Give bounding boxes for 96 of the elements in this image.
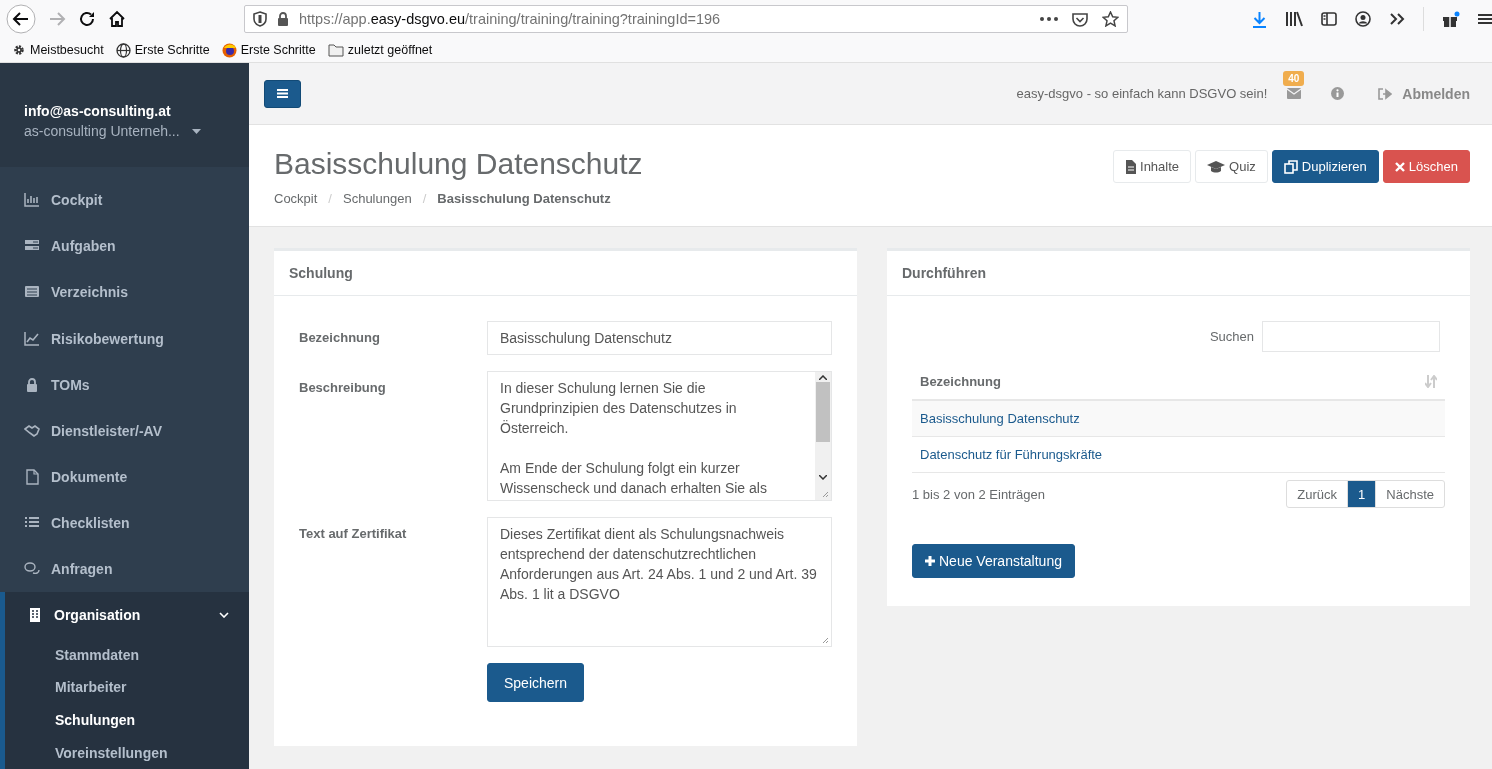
save-button[interactable]: Speichern — [487, 663, 585, 702]
caret-icon — [191, 128, 201, 134]
address-bar[interactable]: https://app.easy-dsgvo.eu/training/training/training?trainingId=196 — [243, 5, 1128, 33]
shield-icon — [252, 11, 267, 27]
breadcrumb-link[interactable]: Schulungen — [343, 191, 412, 206]
user-email: info@as-consulting.at — [24, 103, 172, 119]
nav-subitem[interactable]: Voreinstellungen — [5, 736, 249, 769]
search-field[interactable] — [1262, 321, 1440, 352]
menu-icon — [277, 89, 288, 98]
page-title: Basisschulung Datenschutz — [274, 146, 643, 182]
breadcrumb-separator: / — [422, 191, 427, 206]
field-label: Beschreibung — [299, 379, 387, 397]
globe-icon — [115, 42, 131, 58]
close-icon — [1394, 161, 1405, 172]
action-button[interactable]: Duplizieren — [1271, 150, 1379, 183]
nav-item[interactable]: Verzeichnis — [0, 269, 249, 316]
star-icon[interactable] — [1102, 11, 1119, 27]
browser-logo-icon — [221, 42, 237, 58]
nav-item[interactable]: Cockpit — [0, 177, 249, 224]
scrollbar[interactable] — [815, 372, 831, 500]
bookmark[interactable]: zuletzt geöffnet — [327, 43, 433, 57]
count-badge: 40 — [1283, 71, 1305, 86]
nav-item[interactable]: TOMs — [0, 361, 249, 408]
menu-icon[interactable] — [1478, 12, 1492, 26]
bookmark[interactable]: Erste Schritte — [221, 42, 316, 58]
sidebar-icon[interactable] — [1321, 12, 1337, 26]
search-label: Suchen — [1209, 329, 1254, 344]
lock-icon — [276, 12, 289, 26]
download-icon[interactable] — [1252, 10, 1267, 28]
action-button[interactable]: Quiz — [1195, 150, 1268, 183]
resize-grip-icon[interactable] — [822, 491, 829, 498]
account-icon[interactable] — [1355, 11, 1371, 27]
chevrons-icon[interactable] — [1389, 12, 1405, 26]
resize-grip-icon[interactable] — [822, 637, 829, 644]
gear-icon — [12, 43, 26, 57]
nav-subitem[interactable]: Mitarbeiter — [5, 671, 249, 704]
table-link[interactable]: Basisschulung Datenschutz — [920, 411, 1080, 426]
column-header[interactable]: Bezeichnung — [920, 373, 1001, 389]
field-label: Bezeichnung — [299, 329, 381, 347]
company-dropdown[interactable]: as-consulting Unterneh... — [24, 123, 201, 139]
action-button[interactable]: Inhalte — [1113, 150, 1192, 183]
table-info: 1 bis 2 von 2 Einträgen — [912, 486, 1045, 502]
breadcrumb-link[interactable]: Cockpit — [274, 191, 318, 206]
arrow-up-icon[interactable] — [819, 375, 827, 380]
document-icon — [1125, 159, 1136, 174]
graduation-cap-icon — [1207, 160, 1226, 173]
field-label: Text auf Zertifikat — [299, 525, 408, 543]
mail-icon[interactable] — [1287, 88, 1302, 99]
nav-item[interactable]: Risikobewertung — [0, 315, 249, 362]
bookmark[interactable]: Erste Schritte — [115, 42, 210, 58]
chart-icon — [24, 192, 40, 209]
arrow-down-icon[interactable] — [819, 475, 827, 480]
nav-subitem[interactable]: Stammdaten — [5, 638, 249, 672]
building-icon — [27, 607, 43, 624]
lock-icon — [24, 376, 40, 393]
copy-icon — [1283, 159, 1298, 174]
nav-item[interactable]: Anfragen — [0, 545, 249, 592]
reload-button[interactable] — [78, 10, 96, 28]
breadcrumb-separator: / — [328, 191, 332, 206]
nav-subitem[interactable]: Schulungen — [5, 703, 249, 737]
bookmark[interactable]: Meistbesucht — [12, 43, 104, 57]
text-field[interactable]: Basisschulung Datenschutz — [487, 321, 832, 355]
url-text: https://app.easy-dsgvo.eu/training/training/training?trainingId=196 — [298, 11, 722, 27]
document-icon — [24, 468, 40, 485]
back-button[interactable] — [6, 4, 36, 34]
nav-item[interactable]: Dokumente — [0, 453, 249, 500]
menu-button[interactable] — [264, 79, 301, 108]
card-title: Schulung — [289, 265, 353, 281]
previous-button[interactable]: Zurück — [1287, 481, 1348, 507]
card-title: Durchführen — [902, 265, 986, 281]
nav-item[interactable]: Aufgaben — [0, 223, 249, 270]
info-icon[interactable] — [1331, 87, 1345, 100]
nav-item[interactable]: Checklisten — [0, 499, 249, 546]
breadcrumb-current: Basisschulung Datenschutz — [437, 191, 611, 206]
table-link[interactable]: Datenschutz für Führungskräfte — [920, 447, 1103, 462]
nav-item[interactable]: Organisation — [5, 592, 249, 639]
plus-icon — [925, 556, 935, 566]
gift-icon[interactable] — [1442, 10, 1460, 28]
handshake-icon — [24, 422, 40, 439]
text-area[interactable]: In dieser Schulung lernen Sie die Grundprinzipien des Datenschutzes in Österreich. Am Ende der Schulung folgt ein kurzer Wissenscheck und danach erhalten Sie als — [487, 371, 832, 501]
tagline: easy-dsgvo - so einfach kann DSGVO sein! — [1016, 86, 1268, 101]
add-button[interactable]: Neue Veranstaltung — [912, 544, 1075, 578]
home-button[interactable] — [108, 10, 126, 28]
chat-icon — [24, 560, 40, 577]
action-button[interactable]: Löschen — [1382, 150, 1470, 183]
text-area[interactable]: Dieses Zertifikat dient als Schulungsnachweis entsprechend der datenschutzrechtlichen Anforderungen aus Art. 24 Abs. 1 und 2 und Art. 39 Abs. 1 lit a DSGVO — [487, 517, 832, 647]
nav-item[interactable]: Dienstleister/-AV — [0, 407, 249, 454]
more-icon[interactable] — [1040, 17, 1058, 21]
pocket-icon[interactable] — [1072, 11, 1088, 27]
next-button[interactable]: Nächste — [1375, 481, 1444, 507]
page-button[interactable]: 1 — [1347, 481, 1376, 507]
line-chart-icon — [24, 330, 40, 347]
sign-out-icon — [1378, 87, 1393, 100]
caret-icon — [219, 612, 229, 619]
folder-icon — [327, 43, 344, 57]
library-icon[interactable] — [1285, 11, 1303, 27]
